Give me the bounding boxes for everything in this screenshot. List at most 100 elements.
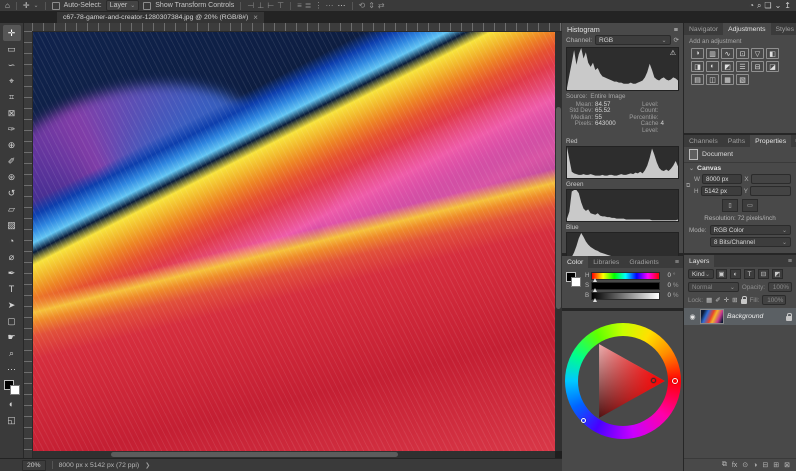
- auto-select-checkbox[interactable]: [52, 2, 60, 10]
- ruler-vertical[interactable]: [24, 31, 33, 458]
- path-selection-tool[interactable]: ➤: [3, 297, 21, 313]
- link-layers-icon[interactable]: ⧉: [722, 461, 727, 469]
- hue-marker[interactable]: [672, 378, 678, 384]
- tab-gradients[interactable]: Gradients: [624, 256, 663, 268]
- gradient-tool[interactable]: ▨: [3, 217, 21, 233]
- 3d-pan-icon[interactable]: ⇕: [368, 1, 375, 11]
- bit-depth-dropdown[interactable]: 8 Bits/Channel ⌄: [710, 237, 791, 247]
- layer-thumbnail[interactable]: [700, 309, 724, 324]
- show-transform-checkbox[interactable]: [143, 2, 151, 10]
- b-slider[interactable]: [591, 292, 660, 300]
- hue-saturation-icon[interactable]: ◧: [766, 48, 779, 59]
- tab-properties[interactable]: Properties: [750, 135, 791, 147]
- object-selection-tool[interactable]: ⌖: [3, 73, 21, 89]
- filter-adjustment-layers-icon[interactable]: ◐: [730, 269, 741, 279]
- orientation-portrait-button[interactable]: ▯: [722, 199, 738, 212]
- slider-thumb[interactable]: [593, 298, 597, 302]
- eyedropper-tool[interactable]: ✑: [3, 121, 21, 137]
- panel-menu-icon[interactable]: ≡: [784, 255, 796, 267]
- background-color-swatch[interactable]: [571, 277, 581, 287]
- dodge-tool[interactable]: ⌀: [3, 249, 21, 265]
- status-options-caret-icon[interactable]: ❯: [145, 462, 150, 469]
- share-icon[interactable]: ↥: [784, 1, 791, 11]
- layer-lock-icon[interactable]: [786, 316, 792, 321]
- panel-menu-icon[interactable]: ≡: [671, 256, 683, 268]
- align-top-icon[interactable]: ⊤: [277, 1, 284, 11]
- s-slider[interactable]: [591, 282, 660, 290]
- align-left-icon[interactable]: ⊣: [247, 1, 254, 11]
- workspace-caret-icon[interactable]: ⌄: [775, 1, 782, 11]
- align-center-h-icon[interactable]: ⊥: [257, 1, 264, 11]
- tab-styles[interactable]: Styles: [771, 23, 796, 35]
- adjustment-layer-icon[interactable]: ◑: [753, 462, 757, 469]
- lock-all-icon[interactable]: [741, 299, 747, 304]
- canvas-section-header[interactable]: ⌄ Canvas: [684, 163, 796, 173]
- tab-paths[interactable]: Paths: [723, 135, 750, 147]
- posterize-icon[interactable]: ▤: [691, 74, 704, 85]
- link-dimensions-icon[interactable]: ⧉: [686, 183, 690, 190]
- invert-icon[interactable]: ◪: [766, 61, 779, 72]
- home-icon[interactable]: ⌂: [5, 1, 10, 11]
- b-value[interactable]: 0: [662, 292, 671, 299]
- tab-libraries[interactable]: Libraries: [588, 256, 624, 268]
- tab-channels[interactable]: Channels: [684, 135, 723, 147]
- layer-row-background[interactable]: ◉ Background: [684, 308, 796, 325]
- channel-mixer-icon[interactable]: ☰: [736, 61, 749, 72]
- h-value[interactable]: 0: [662, 272, 671, 279]
- gradient-map-icon[interactable]: ▦: [721, 74, 734, 85]
- black-white-icon[interactable]: ◐: [706, 61, 719, 72]
- frame-tool[interactable]: ⊠: [3, 105, 21, 121]
- lasso-tool[interactable]: ∽: [3, 57, 21, 73]
- s-value[interactable]: 0: [662, 282, 671, 289]
- cached-data-warning-icon[interactable]: ⚠: [670, 49, 676, 57]
- document-header[interactable]: Document: [684, 147, 796, 163]
- close-icon[interactable]: ×: [253, 13, 258, 22]
- ruler-horizontal[interactable]: [32, 23, 562, 32]
- filter-pixel-layers-icon[interactable]: ▣: [716, 269, 727, 279]
- screen-mode-button[interactable]: ◱: [3, 412, 21, 428]
- refresh-histogram-icon[interactable]: ⟳: [674, 36, 679, 44]
- more-align-options-icon[interactable]: ⋯: [338, 1, 346, 11]
- distribute-center-icon[interactable]: ⋯: [326, 1, 334, 11]
- tab-adjustments[interactable]: Adjustments: [723, 23, 770, 35]
- eraser-tool[interactable]: ▱: [3, 201, 21, 217]
- document-tab[interactable]: c67-78-gamer-and-creator-1280307384.jpg …: [57, 12, 264, 23]
- marquee-tool[interactable]: ▭: [3, 41, 21, 57]
- foreground-background-swatches[interactable]: [4, 380, 20, 395]
- hand-tool[interactable]: ☛: [3, 329, 21, 345]
- clone-stamp-tool[interactable]: ⊛: [3, 169, 21, 185]
- distribute-vertical-icon[interactable]: ≡: [297, 1, 302, 11]
- tab-navigator[interactable]: Navigator: [684, 23, 723, 35]
- width-field[interactable]: 8000 px: [702, 174, 742, 184]
- source-value[interactable]: Entire Image: [590, 93, 625, 100]
- history-brush-tool[interactable]: ↺: [3, 185, 21, 201]
- healing-brush-tool[interactable]: ⊕: [3, 137, 21, 153]
- filter-type-layers-icon[interactable]: T: [744, 269, 755, 279]
- search-icon[interactable]: ⌕: [757, 1, 761, 11]
- layer-group-icon[interactable]: ⊟: [762, 461, 768, 469]
- panel-menu-icon[interactable]: ≡: [791, 135, 796, 147]
- photo-filter-icon[interactable]: ◩: [721, 61, 734, 72]
- secondary-hue-marker[interactable]: [581, 418, 586, 423]
- h-slider[interactable]: [591, 272, 660, 280]
- brush-tool[interactable]: ✐: [3, 153, 21, 169]
- tab-layers[interactable]: Layers: [684, 255, 714, 267]
- horizontal-scrollbar[interactable]: [33, 451, 555, 458]
- align-right-icon[interactable]: ⊢: [267, 1, 274, 11]
- move-tool-preset-icon[interactable]: ✛: [23, 1, 30, 11]
- 3d-orbit-icon[interactable]: ⟲: [359, 1, 366, 11]
- hue-wheel[interactable]: [565, 323, 681, 439]
- canvas-viewport[interactable]: [33, 32, 555, 451]
- color-balance-icon[interactable]: ◨: [691, 61, 704, 72]
- auto-select-target-dropdown[interactable]: Layer ⌄: [106, 0, 140, 11]
- edit-toolbar-button[interactable]: ⋯: [3, 361, 21, 377]
- vibrance-icon[interactable]: ▽: [751, 48, 764, 59]
- shape-tool[interactable]: ▢: [3, 313, 21, 329]
- lock-pixels-icon[interactable]: ✐: [715, 296, 720, 304]
- quick-mask-button[interactable]: ◐: [3, 396, 21, 412]
- tool-preset-caret-icon[interactable]: ⌄: [34, 2, 39, 9]
- background-color-swatch[interactable]: [10, 385, 20, 395]
- layer-mask-icon[interactable]: ⊙: [742, 461, 748, 469]
- zoom-level-field[interactable]: 20%: [22, 460, 46, 471]
- filter-shape-layers-icon[interactable]: ⊟: [758, 269, 769, 279]
